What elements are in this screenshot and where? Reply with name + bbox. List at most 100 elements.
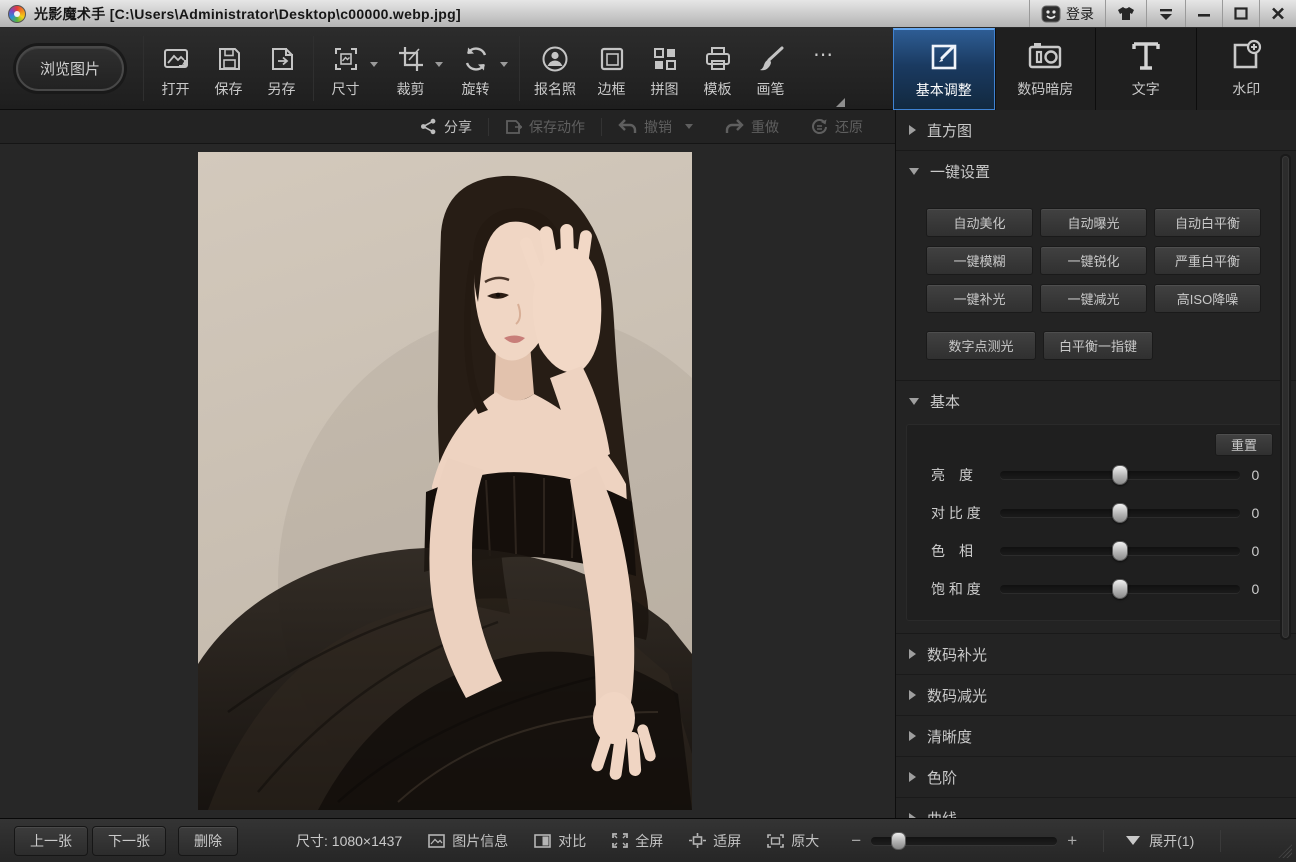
expand-corner-icon[interactable] <box>836 98 845 107</box>
slider-thumb[interactable] <box>1112 503 1128 523</box>
chevron-down-icon[interactable] <box>370 62 378 67</box>
save-button[interactable]: 保存 <box>202 40 255 109</box>
skin-button[interactable] <box>1105 0 1146 27</box>
severe-white-balance-button[interactable]: 严重白平衡 <box>1154 246 1261 275</box>
one-key-extra-row: 数字点测光 白平衡一指键 <box>926 331 1296 360</box>
reset-button[interactable]: 重置 <box>1215 433 1273 456</box>
brush-button[interactable]: 画笔 <box>744 40 797 109</box>
one-key-blur-button[interactable]: 一键模糊 <box>926 246 1033 275</box>
zoom-out-button[interactable]: − <box>851 831 861 851</box>
compare-button[interactable]: 对比 <box>534 831 586 851</box>
close-icon <box>1271 7 1285 20</box>
tab-digital-darkroom[interactable]: 数码暗房 <box>995 28 1096 110</box>
zoom-in-button[interactable]: + <box>1067 831 1077 851</box>
resize-button[interactable]: 尺寸 <box>319 40 372 109</box>
contrast-slider[interactable] <box>1000 509 1240 517</box>
actual-size-button[interactable]: 原大 <box>767 831 819 851</box>
basic-header[interactable]: 基本 <box>896 381 1296 422</box>
rotate-button[interactable]: 旋转 <box>449 40 502 109</box>
template-button[interactable]: 模板 <box>691 40 744 109</box>
save-action-button[interactable]: 保存动作 <box>489 117 601 137</box>
section-digital-fill-light[interactable]: 数码补光 <box>896 634 1296 675</box>
zoom-slider[interactable] <box>871 837 1057 845</box>
spot-metering-button[interactable]: 数字点测光 <box>926 331 1036 360</box>
saturation-slider[interactable] <box>1000 585 1240 593</box>
panel-scrollbar[interactable] <box>1280 154 1291 640</box>
window-title: 光影魔术手 [C:\Users\Administrator\Desktop\c0… <box>34 4 461 24</box>
id-photo-button[interactable]: 报名照 <box>525 40 585 109</box>
crop-button[interactable]: 裁剪 <box>384 40 437 109</box>
chevron-down-icon <box>1158 8 1174 20</box>
hue-label: 色 相 <box>931 541 988 561</box>
section-histogram[interactable]: 直方图 <box>896 110 1296 151</box>
share-button[interactable]: 分享 <box>404 117 488 137</box>
section-digital-reduce-light[interactable]: 数码减光 <box>896 675 1296 716</box>
frame-icon <box>598 44 626 74</box>
content-area: 分享 保存动作 撤销 <box>0 110 1296 818</box>
tab-label: 数码暗房 <box>1017 79 1073 99</box>
actual-size-label: 原大 <box>791 831 819 851</box>
action-bar: 分享 保存动作 撤销 <box>0 110 895 144</box>
zoom-slider-thumb[interactable] <box>891 832 906 850</box>
slider-thumb[interactable] <box>1112 579 1128 599</box>
undo-button[interactable]: 撤销 <box>602 117 709 137</box>
fullscreen-button[interactable]: 全屏 <box>612 831 663 851</box>
divider <box>519 36 520 101</box>
auto-white-balance-button[interactable]: 自动白平衡 <box>1154 208 1261 237</box>
fit-screen-button[interactable]: 适屏 <box>689 831 741 851</box>
brightness-slider[interactable] <box>1000 471 1240 479</box>
section-clarity[interactable]: 清晰度 <box>896 716 1296 757</box>
next-image-button[interactable]: 下一张 <box>92 826 166 856</box>
auto-exposure-button[interactable]: 自动曝光 <box>1040 208 1147 237</box>
one-key-sharpen-button[interactable]: 一键锐化 <box>1040 246 1147 275</box>
expand-label: 展开(1) <box>1149 831 1194 851</box>
image-info-button[interactable]: 图片信息 <box>428 831 508 851</box>
chevron-down-icon[interactable] <box>685 124 693 129</box>
minimize-button[interactable] <box>1185 0 1222 27</box>
collapse-window-button[interactable] <box>1146 0 1185 27</box>
delete-button[interactable]: 删除 <box>178 826 238 856</box>
hue-slider[interactable] <box>1000 547 1240 555</box>
high-iso-denoise-button[interactable]: 高ISO降噪 <box>1154 284 1261 313</box>
scrollbar-thumb[interactable] <box>1282 156 1289 638</box>
tab-basic-adjust[interactable]: 基本调整 <box>893 28 995 110</box>
chevron-down-icon[interactable] <box>435 62 443 67</box>
text-icon <box>1129 39 1163 73</box>
collage-button[interactable]: 拼图 <box>638 40 691 109</box>
auto-beautify-button[interactable]: 自动美化 <box>926 208 1033 237</box>
one-key-reduce-light-button[interactable]: 一键减光 <box>1040 284 1147 313</box>
template-icon <box>704 44 732 74</box>
tab-watermark[interactable]: 水印 <box>1196 28 1296 110</box>
close-button[interactable] <box>1259 0 1296 27</box>
slider-thumb[interactable] <box>1112 465 1128 485</box>
login-button[interactable]: 登录 <box>1029 0 1105 27</box>
restore-icon <box>811 118 828 135</box>
minimize-icon <box>1197 8 1211 20</box>
redo-label: 重做 <box>751 117 779 137</box>
canvas-column: 分享 保存动作 撤销 <box>0 110 896 818</box>
tab-text[interactable]: 文字 <box>1095 28 1196 110</box>
maximize-button[interactable] <box>1222 0 1259 27</box>
save-as-button[interactable]: 另存 <box>255 40 308 109</box>
prev-image-button[interactable]: 上一张 <box>14 826 88 856</box>
expand-button[interactable]: 展开(1) <box>1126 831 1194 851</box>
section-basic: 基本 重置 亮 度 0 对 比 度 <box>896 381 1296 634</box>
slider-thumb[interactable] <box>1112 541 1128 561</box>
divider <box>313 36 314 101</box>
restore-button[interactable]: 还原 <box>795 117 879 137</box>
frame-label: 边框 <box>598 79 626 99</box>
redo-button[interactable]: 重做 <box>709 117 795 137</box>
one-key-fill-light-button[interactable]: 一键补光 <box>926 284 1033 313</box>
frame-button[interactable]: 边框 <box>585 40 638 109</box>
chevron-right-icon <box>909 690 916 700</box>
browse-images-button[interactable]: 浏览图片 <box>16 46 124 91</box>
photo-canvas[interactable] <box>198 152 692 810</box>
white-balance-one-key-button[interactable]: 白平衡一指键 <box>1043 331 1153 360</box>
open-button[interactable]: 打开 <box>149 40 202 109</box>
resize-grip[interactable] <box>1278 844 1292 858</box>
section-title: 色阶 <box>927 767 957 788</box>
one-key-header[interactable]: 一键设置 <box>896 151 1296 192</box>
chevron-down-icon[interactable] <box>500 62 508 67</box>
section-levels[interactable]: 色阶 <box>896 757 1296 798</box>
section-curves[interactable]: 曲线 <box>896 798 1296 818</box>
